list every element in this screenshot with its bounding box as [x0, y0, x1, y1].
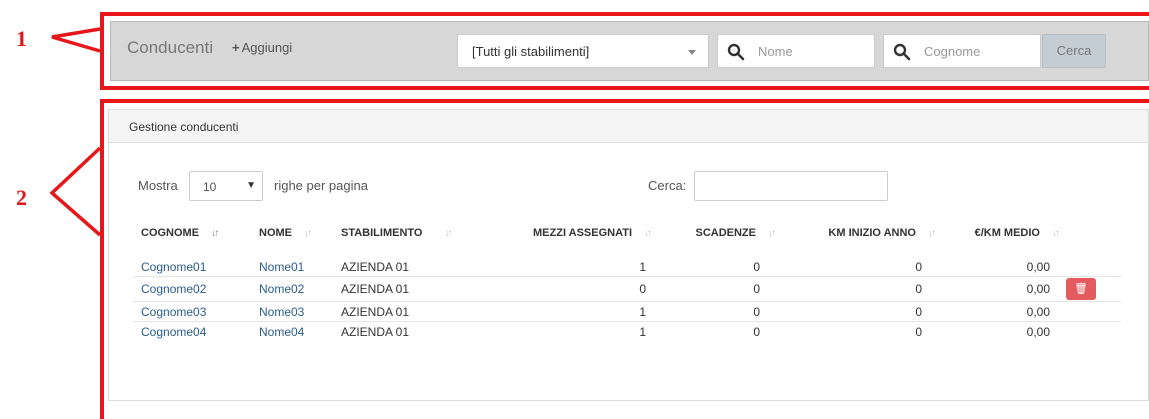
annotation-box-2 — [100, 99, 1149, 419]
annotation-label-2: 2 — [16, 185, 27, 210]
annotation-box-1 — [100, 12, 1149, 90]
annotation-label-1: 1 — [16, 26, 27, 51]
